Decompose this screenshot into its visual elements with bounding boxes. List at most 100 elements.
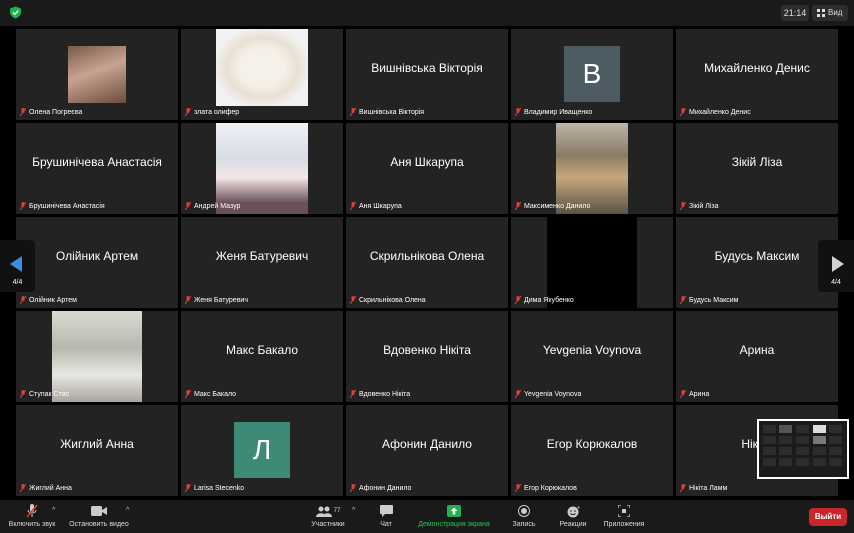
reactions-label: Реакции: [559, 521, 587, 528]
participant-video: [556, 123, 628, 214]
apps-button[interactable]: Приложения: [600, 504, 648, 528]
reaction-smiley-icon: +: [567, 505, 580, 517]
thumbnail-tile: [813, 447, 826, 455]
participant-tile[interactable]: Андрей Мазур: [181, 123, 343, 214]
top-bar: 21:14 Вид: [0, 0, 854, 26]
participants-icon: [315, 506, 332, 517]
view-label: Вид: [828, 8, 843, 17]
participant-tile[interactable]: Олійник Артем Олійник Артем: [16, 217, 178, 308]
chat-button[interactable]: Чат: [370, 504, 402, 528]
previous-page-button[interactable]: 4/4: [0, 240, 35, 292]
participant-name: Ступак Стас: [20, 390, 69, 400]
participant-display-name: Олійник Артем: [55, 248, 139, 263]
self-view-thumbnail[interactable]: [757, 419, 849, 479]
participant-tile[interactable]: Олена Погреєва: [16, 29, 178, 120]
participant-avatar: Л: [234, 422, 290, 478]
encryption-shield-icon[interactable]: [9, 6, 22, 19]
leave-meeting-button[interactable]: Выйти: [809, 508, 847, 526]
participant-tile[interactable]: Л Larisa Stecenko: [181, 405, 343, 496]
participant-name: Андрей Мазур: [185, 202, 240, 212]
muted-mic-icon: [515, 390, 521, 399]
participant-tile[interactable]: Yevgenia Voynova Yevgenia Voynova: [511, 311, 673, 402]
thumbnail-tile: [763, 458, 776, 466]
participant-name: Максименко Данило: [515, 202, 590, 212]
record-icon: [518, 505, 530, 517]
participant-tile[interactable]: Вишнівська Вікторія Вишнівська Вікторія: [346, 29, 508, 120]
participant-display-name: Скрильнікова Олена: [369, 248, 485, 263]
muted-mic-icon: [515, 108, 521, 117]
participant-display-name: Макс Бакало: [225, 342, 299, 357]
stop-video-button[interactable]: Остановить видео: [66, 504, 132, 528]
view-button[interactable]: Вид: [812, 5, 848, 21]
participant-tile[interactable]: Арина Арина: [676, 311, 838, 402]
muted-mic-icon: [680, 484, 686, 493]
thumbnail-tile: [796, 436, 809, 444]
participants-count: 77: [333, 508, 341, 514]
participant-tile[interactable]: злата олифер: [181, 29, 343, 120]
muted-mic-icon: [185, 390, 191, 399]
thumbnail-tile: [763, 425, 776, 433]
muted-mic-icon: [20, 484, 26, 493]
participant-tile[interactable]: Зікій Ліза Зікій Ліза: [676, 123, 838, 214]
participant-name: Вишнівська Вікторія: [350, 108, 424, 118]
participant-display-name: Михайленко Денис: [704, 60, 810, 75]
participant-video: [216, 123, 308, 214]
muted-mic-icon: [680, 296, 686, 305]
participant-tile[interactable]: Жиглий Анна Жиглий Анна: [16, 405, 178, 496]
share-screen-label: Демонстрация экрана: [418, 521, 490, 528]
audio-options-caret-icon[interactable]: ^: [52, 507, 55, 514]
participant-display-name: Аня Шкарупа: [390, 154, 464, 169]
participant-tile[interactable]: Будусь Максим Будусь Максим: [676, 217, 838, 308]
participant-video: [216, 29, 308, 106]
participant-name: Будусь Максим: [680, 296, 738, 306]
participant-name: Егор Корюкалов: [515, 484, 577, 494]
muted-mic-icon: [350, 484, 356, 493]
unmute-label: Включить звук: [8, 521, 56, 528]
participant-display-name: Арина: [739, 342, 775, 357]
thumbnail-tile: [829, 436, 842, 444]
participant-video: [52, 311, 142, 402]
thumbnail-tile: [796, 447, 809, 455]
muted-mic-icon: [185, 108, 191, 117]
share-screen-button[interactable]: Демонстрация экрана: [412, 504, 496, 528]
participant-name: Larisa Stecenko: [185, 484, 244, 494]
thumbnail-tile: [813, 458, 826, 466]
participant-tile[interactable]: Брушинічева Анастасія Брушинічева Анаста…: [16, 123, 178, 214]
participant-name: Женя Батуревич: [185, 296, 248, 306]
participants-options-caret-icon[interactable]: ^: [352, 507, 355, 514]
video-options-caret-icon[interactable]: ^: [126, 507, 129, 514]
muted-mic-icon: [350, 296, 356, 305]
reactions-button[interactable]: + Реакции: [554, 504, 592, 529]
participant-tile[interactable]: Дима Якубенко: [511, 217, 673, 308]
record-button[interactable]: Запись: [506, 504, 542, 528]
video-camera-icon: [91, 506, 107, 516]
participant-name: Аня Шкарупа: [350, 202, 402, 212]
participant-tile[interactable]: Аня Шкарупа Аня Шкарупа: [346, 123, 508, 214]
participant-name: Yevgenia Voynova: [515, 390, 581, 400]
stop-video-label: Остановить видео: [69, 521, 129, 528]
participant-tile[interactable]: Максименко Данило: [511, 123, 673, 214]
muted-microphone-icon: [26, 504, 38, 518]
participant-tile[interactable]: Скрильнікова Олена Скрильнікова Олена: [346, 217, 508, 308]
participant-tile[interactable]: Ступак Стас: [16, 311, 178, 402]
page-indicator: 4/4: [12, 279, 23, 286]
participants-button[interactable]: 77 Участники: [304, 504, 352, 528]
participant-tile[interactable]: Вдовенко Нікіта Вдовенко Нікіта: [346, 311, 508, 402]
meeting-time: 21:14: [781, 5, 809, 21]
thumbnail-tile: [796, 425, 809, 433]
thumbnail-tile: [779, 447, 792, 455]
next-page-button[interactable]: 4/4: [818, 240, 854, 292]
participant-name: Зікій Ліза: [680, 202, 719, 212]
chat-label: Чат: [380, 521, 392, 528]
record-label: Запись: [512, 521, 536, 528]
participant-tile[interactable]: Афонин Данило Афонин Данило: [346, 405, 508, 496]
apps-label: Приложения: [603, 521, 645, 528]
participant-tile[interactable]: Женя Батуревич Женя Батуревич: [181, 217, 343, 308]
thumbnail-tile: [829, 458, 842, 466]
participant-tile[interactable]: Егор Корюкалов Егор Корюкалов: [511, 405, 673, 496]
participant-tile[interactable]: Михайленко Денис Михайленко Денис: [676, 29, 838, 120]
participant-name: Макс Бакало: [185, 390, 236, 400]
arrow-right-icon: [832, 256, 844, 272]
participant-tile[interactable]: Макс Бакало Макс Бакало: [181, 311, 343, 402]
participant-tile[interactable]: В Владимир Иващенко: [511, 29, 673, 120]
